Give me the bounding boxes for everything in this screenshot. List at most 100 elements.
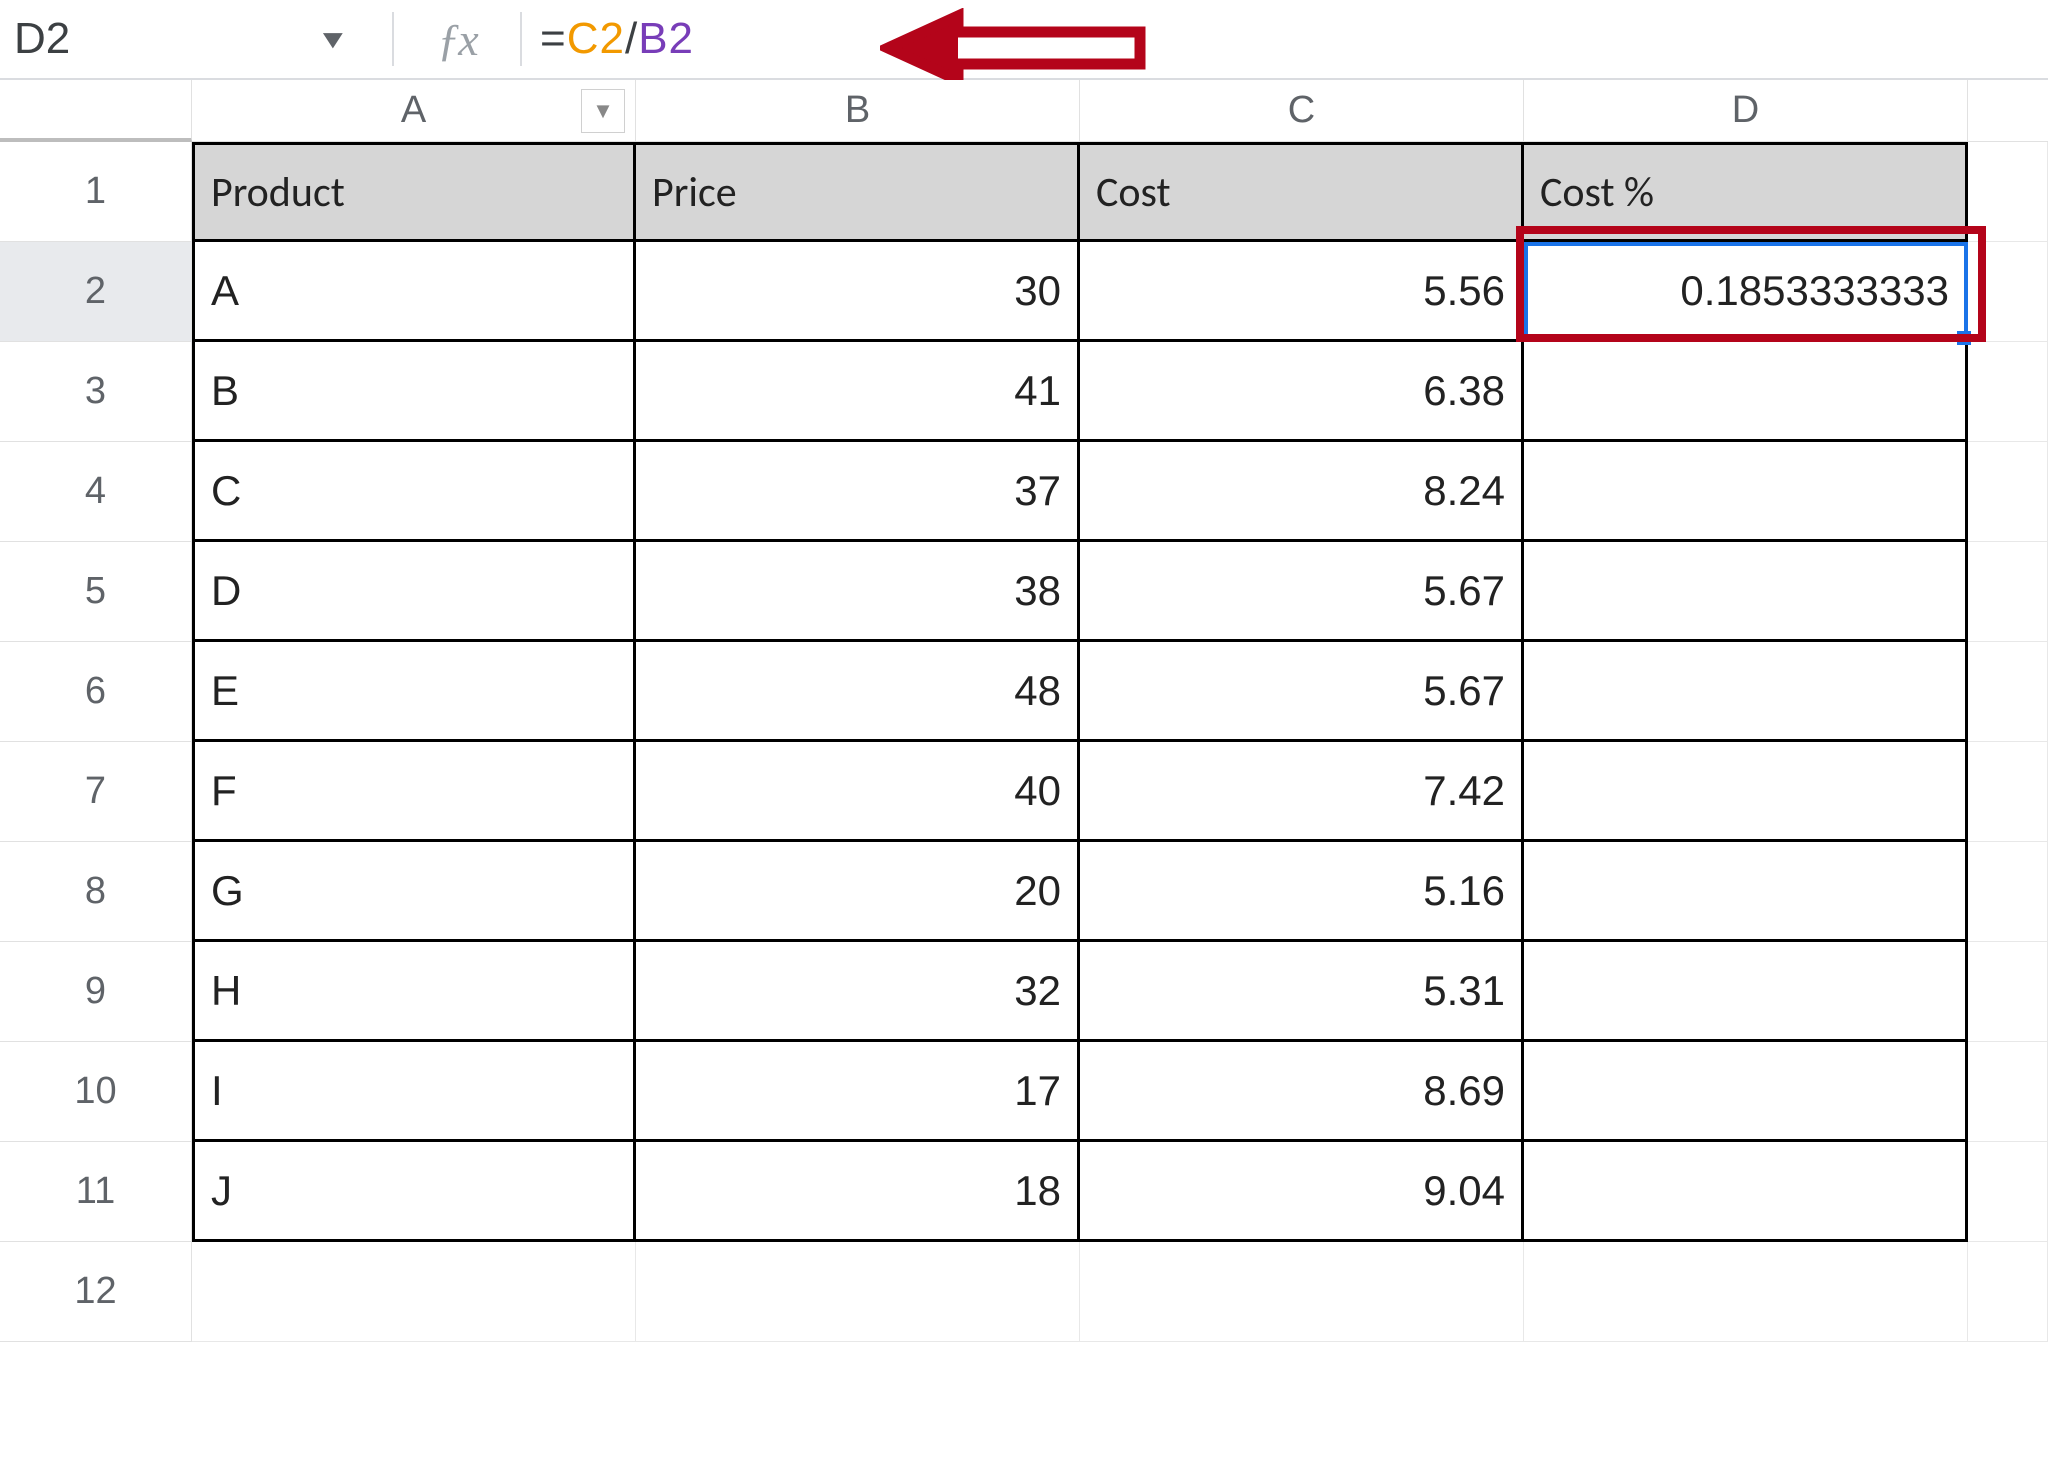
cell-b6[interactable]: 48: [636, 642, 1080, 742]
cell-c9[interactable]: 5.31: [1080, 942, 1524, 1042]
cell-c5[interactable]: 5.67: [1080, 542, 1524, 642]
cell-value: 7.42: [1423, 767, 1505, 815]
cell-b5[interactable]: 38: [636, 542, 1080, 642]
cell-e5[interactable]: [1968, 542, 2048, 642]
cell-c6[interactable]: 5.67: [1080, 642, 1524, 742]
cell-e10[interactable]: [1968, 1042, 2048, 1142]
cell-b8[interactable]: 20: [636, 842, 1080, 942]
cell-value: Product: [211, 167, 345, 218]
cell-b9[interactable]: 32: [636, 942, 1080, 1042]
cell-c8[interactable]: 5.16: [1080, 842, 1524, 942]
row-header-7[interactable]: 7: [0, 742, 192, 842]
cell-b1[interactable]: Price: [636, 142, 1080, 242]
column-header-b[interactable]: B: [636, 80, 1080, 142]
cell-b12[interactable]: [636, 1242, 1080, 1342]
row-header-12[interactable]: 12: [0, 1242, 192, 1342]
cell-c1[interactable]: Cost: [1080, 142, 1524, 242]
cell-d1[interactable]: Cost %: [1524, 142, 1968, 242]
column-header-d[interactable]: D: [1524, 80, 1968, 142]
column-label: D: [1732, 89, 1759, 132]
cell-b11[interactable]: 18: [636, 1142, 1080, 1242]
cell-b4[interactable]: 37: [636, 442, 1080, 542]
cell-e12[interactable]: [1968, 1242, 2048, 1342]
cell-c2[interactable]: 5.56: [1080, 242, 1524, 342]
cell-d4[interactable]: [1524, 442, 1968, 542]
cell-value: I: [211, 1067, 223, 1115]
cell-a1[interactable]: Product: [192, 142, 636, 242]
row-header-5[interactable]: 5: [0, 542, 192, 642]
cell-value: B: [211, 367, 239, 415]
column-label: A: [401, 89, 426, 132]
cell-value: 5.67: [1423, 667, 1505, 715]
cell-a8[interactable]: G: [192, 842, 636, 942]
cell-d7[interactable]: [1524, 742, 1968, 842]
cell-d5[interactable]: [1524, 542, 1968, 642]
cell-a6[interactable]: E: [192, 642, 636, 742]
formula-input[interactable]: =C2/B2: [540, 14, 2048, 64]
cell-a7[interactable]: F: [192, 742, 636, 842]
row-header-4[interactable]: 4: [0, 442, 192, 542]
cell-d12[interactable]: [1524, 1242, 1968, 1342]
cell-value: G: [211, 867, 244, 915]
cell-value: F: [211, 767, 237, 815]
cell-e2[interactable]: [1968, 242, 2048, 342]
cell-e1[interactable]: [1968, 142, 2048, 242]
active-cell-ref: D2: [14, 14, 70, 64]
row-header-2[interactable]: 2: [0, 242, 192, 342]
cell-e11[interactable]: [1968, 1142, 2048, 1242]
name-box[interactable]: D2 ▼: [14, 14, 374, 64]
cell-a12[interactable]: [192, 1242, 636, 1342]
column-filter-dropdown-icon[interactable]: ▼: [581, 89, 625, 133]
row-header-3[interactable]: 3: [0, 342, 192, 442]
column-header-c[interactable]: C: [1080, 80, 1524, 142]
cell-b10[interactable]: 17: [636, 1042, 1080, 1142]
row-header-8[interactable]: 8: [0, 842, 192, 942]
cell-e8[interactable]: [1968, 842, 2048, 942]
fx-icon[interactable]: ƒx: [412, 13, 502, 66]
name-box-dropdown-icon[interactable]: ▼: [316, 24, 349, 55]
row-header-11[interactable]: 11: [0, 1142, 192, 1242]
cell-d10[interactable]: [1524, 1042, 1968, 1142]
cell-d11[interactable]: [1524, 1142, 1968, 1242]
cell-a9[interactable]: H: [192, 942, 636, 1042]
column-header-extra[interactable]: [1968, 80, 2048, 142]
row-header-1[interactable]: 1: [0, 142, 192, 242]
column-header-a[interactable]: A ▼: [192, 80, 636, 142]
cell-a4[interactable]: C: [192, 442, 636, 542]
cell-e3[interactable]: [1968, 342, 2048, 442]
cell-d6[interactable]: [1524, 642, 1968, 742]
cell-c3[interactable]: 6.38: [1080, 342, 1524, 442]
row-header-9[interactable]: 9: [0, 942, 192, 1042]
cell-d2[interactable]: 0.1853333333: [1524, 242, 1968, 342]
cell-c4[interactable]: 8.24: [1080, 442, 1524, 542]
cell-b7[interactable]: 40: [636, 742, 1080, 842]
cell-e7[interactable]: [1968, 742, 2048, 842]
cell-c11[interactable]: 9.04: [1080, 1142, 1524, 1242]
cell-a2[interactable]: A: [192, 242, 636, 342]
cell-e6[interactable]: [1968, 642, 2048, 742]
cell-a10[interactable]: I: [192, 1042, 636, 1142]
cell-d8[interactable]: [1524, 842, 1968, 942]
cell-e4[interactable]: [1968, 442, 2048, 542]
select-all-corner[interactable]: [0, 80, 192, 142]
cell-c10[interactable]: 8.69: [1080, 1042, 1524, 1142]
row-header-6[interactable]: 6: [0, 642, 192, 742]
cell-a11[interactable]: J: [192, 1142, 636, 1242]
cell-value: A: [211, 267, 239, 315]
cell-d3[interactable]: [1524, 342, 1968, 442]
cell-b3[interactable]: 41: [636, 342, 1080, 442]
cell-value: Price: [652, 167, 737, 218]
column-label: C: [1288, 89, 1315, 132]
cell-b2[interactable]: 30: [636, 242, 1080, 342]
cell-c7[interactable]: 7.42: [1080, 742, 1524, 842]
cell-a3[interactable]: B: [192, 342, 636, 442]
cell-d9[interactable]: [1524, 942, 1968, 1042]
cell-value: 30: [1014, 267, 1061, 315]
row-header-10[interactable]: 10: [0, 1042, 192, 1142]
cell-e9[interactable]: [1968, 942, 2048, 1042]
divider: [520, 12, 522, 66]
cell-c12[interactable]: [1080, 1242, 1524, 1342]
divider: [392, 12, 394, 66]
cell-value: 38: [1014, 567, 1061, 615]
cell-a5[interactable]: D: [192, 542, 636, 642]
